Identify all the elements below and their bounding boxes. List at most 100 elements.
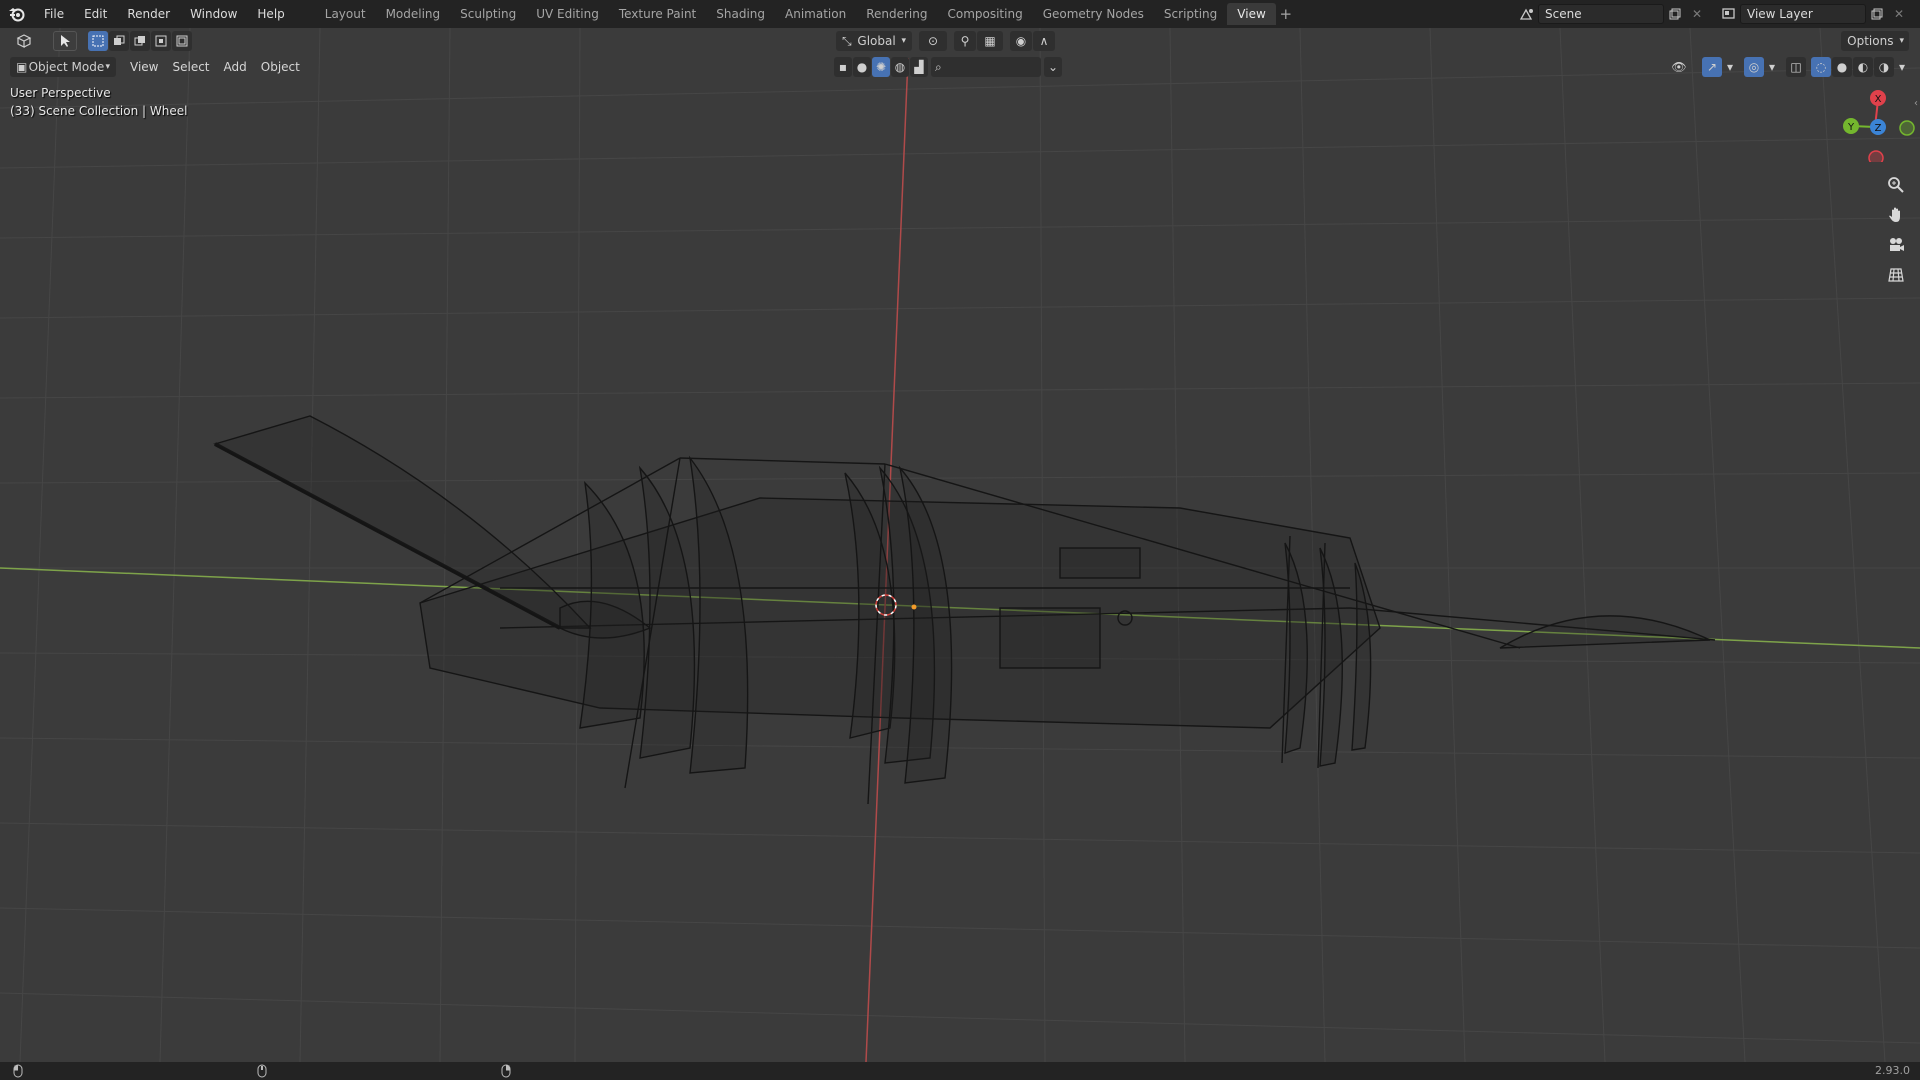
sphere-filter-icon[interactable]: ● (853, 57, 871, 77)
tab-texture-paint[interactable]: Texture Paint (609, 3, 706, 25)
wireframe-shading-icon[interactable]: ◌ (1811, 57, 1831, 77)
axis-icon: ⤡ (842, 33, 852, 48)
close-icon[interactable]: ✕ (1686, 3, 1708, 25)
menu-render[interactable]: Render (117, 0, 180, 28)
transform-orientation-dropdown[interactable]: ⤡ Global ▾ (836, 31, 912, 51)
pivot-point-icon[interactable]: ⊙ (919, 31, 947, 51)
tab-sculpting[interactable]: Sculpting (450, 3, 526, 25)
collection-label: (33) Scene Collection | Wheel (10, 104, 188, 118)
select-subtract-icon[interactable] (130, 31, 150, 51)
chevron-down-icon: ▾ (901, 36, 906, 46)
selection-mode-group (88, 31, 193, 51)
view-layer-selector: View Layer ✕ (1718, 3, 1910, 25)
chevron-down-icon: ▾ (1899, 36, 1904, 46)
scene-name-field[interactable]: Scene (1538, 4, 1664, 24)
chevron-down-icon[interactable]: ▾ (1723, 57, 1737, 77)
tab-rendering[interactable]: Rendering (856, 3, 937, 25)
tab-scripting[interactable]: Scripting (1154, 3, 1227, 25)
viewport-header-tools: ⤡ Global ▾ ⊙ ⚲ ▦ ◉ ∧ Options ▾ (0, 28, 1920, 54)
top-bar: File Edit Render Window Help Layout Mode… (0, 0, 1920, 28)
zoom-icon[interactable] (1884, 173, 1908, 197)
menu-object[interactable]: Object (254, 57, 307, 77)
scene-controls: Scene ✕ View Layer ✕ (1516, 0, 1920, 28)
solid-shading-icon[interactable]: ● (1832, 57, 1852, 77)
object-type-filter: ▪ ● ✺ ◍ ▟ ⌕ ⌄ (834, 57, 1063, 77)
rendered-shading-icon[interactable]: ◑ (1874, 57, 1894, 77)
menu-edit[interactable]: Edit (74, 0, 117, 28)
add-workspace-button[interactable]: + (1276, 3, 1296, 25)
3d-viewport-icon[interactable] (10, 31, 40, 51)
select-extend-icon[interactable] (109, 31, 129, 51)
chevron-down-icon: ▾ (105, 62, 110, 72)
chevron-down-icon[interactable]: ▾ (1895, 57, 1909, 77)
scene-icon[interactable] (1516, 3, 1538, 25)
chevron-down-icon[interactable]: ▾ (1765, 57, 1779, 77)
close-icon[interactable]: ✕ (1888, 3, 1910, 25)
new-scene-icon[interactable] (1664, 3, 1686, 25)
tab-uv-editing[interactable]: UV Editing (526, 3, 609, 25)
menu-add[interactable]: Add (217, 57, 254, 77)
chevron-down-icon[interactable]: ⌄ (1044, 57, 1062, 77)
menu-file[interactable]: File (34, 0, 74, 28)
tab-geometry-nodes[interactable]: Geometry Nodes (1033, 3, 1154, 25)
menu-window[interactable]: Window (180, 0, 247, 28)
object-mode-icon: ▣ (16, 60, 28, 74)
falloff-icon[interactable]: ∧ (1033, 31, 1055, 51)
workspace-tabs: Layout Modeling Sculpting UV Editing Tex… (315, 3, 1296, 25)
snap-icon[interactable]: ⚲ (954, 31, 976, 51)
proportional-edit-icon[interactable]: ◉ (1010, 31, 1032, 51)
material-shading-icon[interactable]: ◐ (1853, 57, 1873, 77)
tab-compositing[interactable]: Compositing (937, 3, 1032, 25)
navigation-gizmo[interactable]: X Y Z (1830, 82, 1920, 162)
blender-logo-icon[interactable] (0, 0, 34, 28)
transform-controls: ⤡ Global ▾ ⊙ ⚲ ▦ ◉ ∧ (836, 31, 1056, 51)
tab-view[interactable]: View (1227, 3, 1276, 25)
perspective-label: User Perspective (10, 86, 111, 100)
cursor-icon[interactable] (53, 31, 77, 51)
building-filter-icon[interactable]: ▟ (910, 57, 928, 77)
view-layer-field[interactable]: View Layer (1740, 4, 1866, 24)
hand-icon[interactable] (1884, 203, 1908, 227)
svg-text:Z: Z (1875, 123, 1882, 134)
tab-layout[interactable]: Layout (315, 3, 376, 25)
tab-shading[interactable]: Shading (706, 3, 775, 25)
sidebar-toggle-icon[interactable]: ‹ (1914, 98, 1918, 109)
menu-view[interactable]: View (123, 57, 165, 77)
search-icon: ⌕ (935, 59, 942, 74)
visibility-icon[interactable]: 👁 (1665, 57, 1693, 77)
mode-dropdown[interactable]: ▣ Object Mode ▾ (10, 57, 116, 77)
grid-icon[interactable] (1884, 263, 1908, 287)
world-filter-icon[interactable]: ◍ (891, 57, 909, 77)
gizmo-neg-x (1868, 150, 1884, 162)
mesh-filter-icon[interactable]: ▪ (834, 57, 852, 77)
options-dropdown[interactable]: Options ▾ (1841, 31, 1909, 51)
gizmo-neg-y (1899, 120, 1915, 136)
overlay-toggle-icon[interactable]: ◎ (1744, 57, 1764, 77)
tab-modeling[interactable]: Modeling (376, 3, 451, 25)
menu-select[interactable]: Select (165, 57, 216, 77)
view-layer-icon[interactable] (1718, 3, 1740, 25)
svg-text:X: X (1875, 94, 1882, 105)
select-intersect-icon[interactable] (172, 31, 192, 51)
ship-wireframe (213, 415, 1716, 805)
status-bar: 2.93.0 (0, 1062, 1920, 1080)
tab-animation[interactable]: Animation (775, 3, 856, 25)
viewport-header-menus: ▣ Object Mode ▾ View Select Add Object ▪… (0, 54, 1920, 80)
light-filter-icon[interactable]: ✺ (872, 57, 890, 77)
select-new-icon[interactable] (88, 31, 108, 51)
version-label: 2.93.0 (1875, 1064, 1910, 1077)
snap-target-icon[interactable]: ▦ (977, 31, 1003, 51)
new-view-layer-icon[interactable] (1866, 3, 1888, 25)
camera-icon[interactable] (1884, 233, 1908, 257)
menu-help[interactable]: Help (247, 0, 294, 28)
viewport-grid (0, 28, 1920, 1062)
3d-viewport[interactable]: ⤡ Global ▾ ⊙ ⚲ ▦ ◉ ∧ Options ▾ ▣ Object … (0, 28, 1920, 1062)
select-invert-icon[interactable] (151, 31, 171, 51)
svg-text:Y: Y (1847, 122, 1855, 133)
xray-toggle-icon[interactable]: ◫ (1786, 57, 1806, 77)
gizmo-toggle-icon[interactable]: ↗ (1702, 57, 1722, 77)
scene-selector: Scene ✕ (1516, 3, 1708, 25)
viewport-display-controls: 👁 ↗ ▾ ◎ ▾ ◫ ◌ ● ◐ ◑ ▾ (1665, 57, 1910, 77)
mouse-middle-icon (257, 1064, 267, 1078)
search-input[interactable]: ⌕ (931, 57, 1041, 77)
